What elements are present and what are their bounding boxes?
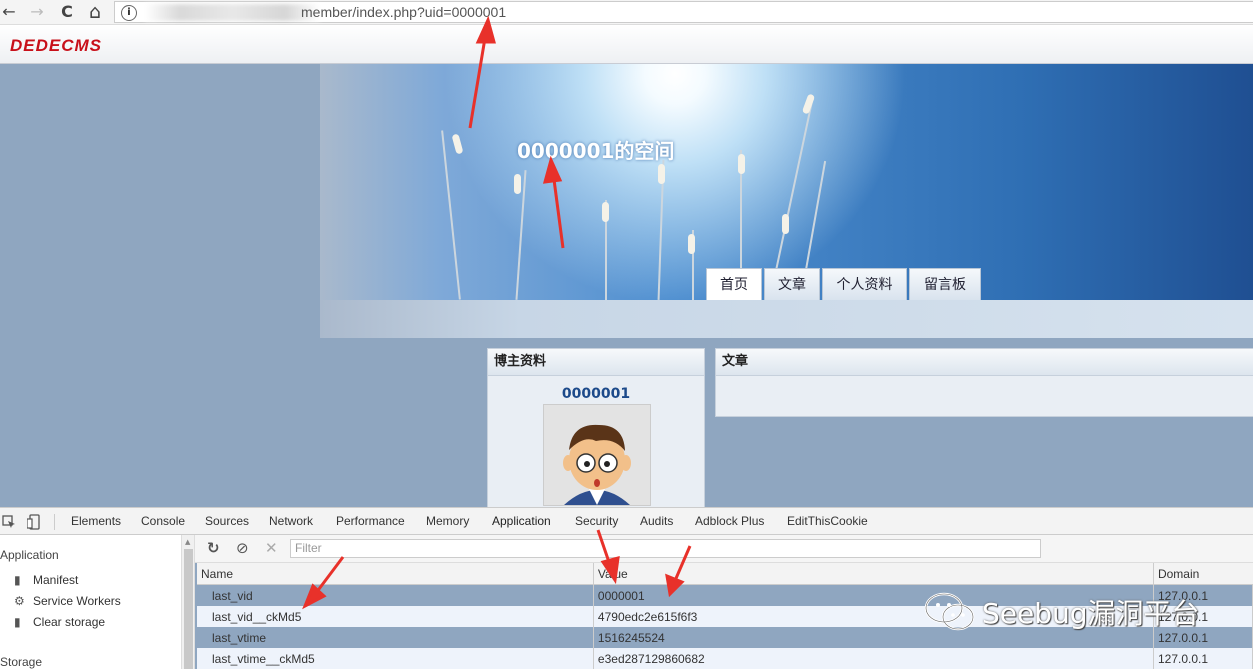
tab-home[interactable]: 首页	[706, 268, 762, 300]
sidebar-item-clear-storage[interactable]: ▮ Clear storage	[14, 615, 105, 629]
table-header-row: Name Value Domain	[197, 563, 1253, 585]
column-header-domain[interactable]: Domain	[1153, 563, 1253, 585]
devtools-tab-performance[interactable]: Performance	[336, 508, 405, 535]
address-url: member/index.php?uid=0000001	[301, 4, 507, 20]
cookie-name: last_vid__ckMd5	[197, 606, 594, 627]
home-icon[interactable]: ⌂	[86, 2, 104, 22]
sidebar-item-label: Service Workers	[33, 594, 121, 608]
devtools-tab-editthiscookie[interactable]: EditThisCookie	[787, 508, 868, 535]
seebug-watermark: Seebug漏洞平台	[922, 588, 1252, 638]
table-row[interactable]: last_vtime__ckMd5 e3ed287129860682 127.0…	[197, 648, 1253, 669]
device-toolbar-icon[interactable]	[27, 514, 41, 530]
scrollbar-thumb[interactable]	[184, 549, 193, 669]
grass-seed	[801, 93, 816, 115]
grass-seed	[738, 154, 745, 174]
wechat-icon	[924, 592, 975, 631]
sidebar-item-label: Clear storage	[33, 615, 106, 629]
cookie-value: e3ed287129860682	[593, 648, 1154, 669]
inspect-element-icon[interactable]	[2, 515, 16, 529]
column-header-name[interactable]: Name	[197, 563, 594, 585]
cookies-toolbar: ↻ ⊘ ✕ Filter	[195, 535, 1253, 563]
grass-seed	[514, 174, 521, 194]
grass-seed	[688, 234, 695, 254]
scroll-up-icon[interactable]: ▲	[185, 538, 190, 546]
application-sidebar: Application ▮ Manifest ⚙ Service Workers ▮…	[0, 535, 181, 669]
devtools-tab-network[interactable]: Network	[269, 508, 313, 535]
refresh-icon[interactable]: ↻	[207, 539, 220, 557]
space-banner	[320, 64, 1253, 300]
sidebar-header-storage: Storage	[0, 655, 43, 669]
devtools-tab-elements[interactable]: Elements	[71, 508, 121, 535]
back-icon[interactable]: ←	[0, 2, 18, 22]
avatar[interactable]	[543, 404, 651, 506]
forward-icon[interactable]: →	[28, 2, 46, 22]
site-info-icon[interactable]: i	[121, 5, 137, 21]
articles-panel: 文章	[715, 348, 1253, 417]
grass-seed	[782, 214, 789, 234]
grass-stem	[441, 130, 461, 300]
cookie-name: last_vtime	[197, 627, 594, 648]
devtools-tab-sources[interactable]: Sources	[205, 508, 249, 535]
devtools-tab-audits[interactable]: Audits	[640, 508, 673, 535]
grass-seed	[658, 164, 665, 184]
cookie-name: last_vid	[197, 584, 594, 606]
sidebar-item-manifest[interactable]: ▮ Manifest	[14, 573, 78, 587]
sidebar-scrollbar[interactable]: ▲	[181, 535, 195, 669]
manifest-icon: ▮	[14, 573, 21, 587]
browser-toolbar: ← → C ⌂ i member/index.php?uid=0000001	[0, 0, 1253, 25]
devtools-tabbar: Elements Console Sources Network Perform…	[0, 507, 1253, 537]
tab-guestbook[interactable]: 留言板	[909, 268, 981, 300]
grass-seed	[451, 133, 464, 155]
dedecms-logo[interactable]: DEDECMS	[10, 36, 102, 56]
profile-username[interactable]: 0000001	[488, 386, 704, 402]
devtools-tab-application[interactable]: Application	[484, 508, 559, 537]
cookie-name: last_vtime__ckMd5	[197, 648, 594, 669]
devtools-tab-adblock-plus[interactable]: Adblock Plus	[695, 508, 764, 535]
tab-profile[interactable]: 个人资料	[822, 268, 907, 300]
cookie-domain: 127.0.0.1	[1153, 648, 1253, 669]
address-bar[interactable]: i member/index.php?uid=0000001	[114, 1, 1253, 23]
tab-articles[interactable]: 文章	[764, 268, 820, 300]
clear-all-icon[interactable]: ⊘	[236, 539, 249, 557]
space-title: 0000001的空间	[517, 139, 675, 163]
profile-panel: 博主资料 0000001	[487, 348, 705, 508]
grass-seed	[602, 202, 609, 222]
delete-selected-icon[interactable]: ✕	[265, 539, 278, 557]
articles-panel-title: 文章	[716, 349, 1253, 376]
column-header-value[interactable]: Value	[593, 563, 1154, 585]
cookie-filter-input[interactable]: Filter	[290, 539, 1041, 558]
cartoon-avatar-icon	[563, 424, 631, 505]
trash-icon: ▮	[14, 615, 21, 629]
site-header: DEDECMS	[0, 25, 1253, 64]
reload-icon[interactable]: C	[58, 2, 76, 22]
sidebar-item-service-workers[interactable]: ⚙ Service Workers	[14, 594, 121, 608]
sidebar-header-application: Application	[0, 548, 59, 562]
blurred-host	[145, 4, 320, 21]
watermark-text: Seebug漏洞平台	[982, 597, 1200, 630]
sidebar-item-label: Manifest	[33, 573, 79, 587]
banner-strip	[320, 300, 1253, 338]
gear-icon: ⚙	[14, 594, 25, 608]
devtools-tab-memory[interactable]: Memory	[426, 508, 469, 535]
devtools-tab-console[interactable]: Console	[141, 508, 185, 535]
profile-panel-title: 博主资料	[488, 349, 704, 376]
tabbar-divider	[54, 514, 55, 530]
devtools-tab-security[interactable]: Security	[575, 508, 618, 535]
